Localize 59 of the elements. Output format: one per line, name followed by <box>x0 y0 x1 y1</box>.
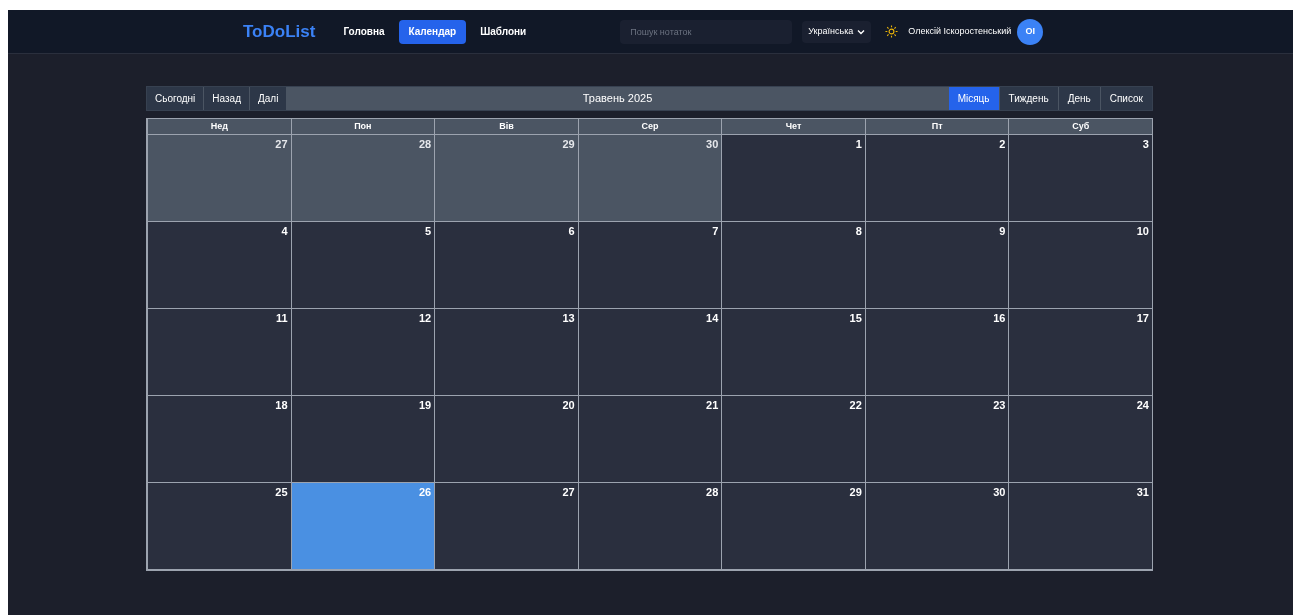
weekday-header: Нед <box>147 119 291 135</box>
day-cell[interactable]: 6 <box>434 222 578 309</box>
day-cell[interactable]: 17 <box>1008 309 1152 396</box>
day-cell[interactable]: 16 <box>864 309 1009 396</box>
language-select[interactable]: Українська <box>802 20 872 43</box>
calendar-title: Травень 2025 <box>581 91 654 106</box>
user-avatar[interactable]: ОІ <box>1017 18 1044 45</box>
day-cell[interactable]: 29 <box>721 483 865 570</box>
nav-tab[interactable]: Головна <box>333 19 395 44</box>
weekday-header: Пт <box>864 119 1009 135</box>
day-cell[interactable]: 24 <box>1008 396 1152 483</box>
search-field[interactable]: Пошук нотаток <box>620 19 793 44</box>
day-cell[interactable]: 3 <box>1008 135 1152 222</box>
day-cell[interactable]: 11 <box>147 309 291 396</box>
day-cell[interactable]: 1 <box>721 135 865 222</box>
nav-tab[interactable]: Календар <box>398 19 467 44</box>
nav-button[interactable]: Далі <box>250 87 288 110</box>
day-cell[interactable]: 13 <box>434 309 578 396</box>
weekday-header: Пон <box>290 119 435 135</box>
logo: ToDoList <box>243 20 316 43</box>
day-cell[interactable]: 7 <box>577 222 722 309</box>
day-cell[interactable]: 19 <box>290 396 435 483</box>
day-cell[interactable]: 5 <box>290 222 435 309</box>
day-cell[interactable]: 8 <box>721 222 865 309</box>
day-cell[interactable]: 28 <box>290 135 435 222</box>
day-cell[interactable]: 21 <box>577 396 722 483</box>
day-cell[interactable]: 9 <box>864 222 1009 309</box>
view-tab[interactable]: Список <box>1099 87 1152 110</box>
day-cell[interactable]: 30 <box>864 483 1009 570</box>
day-cell[interactable]: 30 <box>577 135 722 222</box>
day-cell[interactable]: 14 <box>577 309 722 396</box>
chevron-icon <box>857 27 866 36</box>
day-cell[interactable]: 18 <box>147 396 291 483</box>
day-cell[interactable]: 29 <box>434 135 578 222</box>
day-cell[interactable]: 23 <box>864 396 1009 483</box>
day-cell[interactable]: 22 <box>721 396 865 483</box>
day-cell[interactable]: 10 <box>1008 222 1152 309</box>
day-cell[interactable]: 15 <box>721 309 865 396</box>
day-cell[interactable]: 31 <box>1008 483 1152 570</box>
weekday-header: Чет <box>721 119 865 135</box>
view-tab[interactable]: Тиждень <box>998 87 1058 110</box>
day-cell[interactable]: 12 <box>290 309 435 396</box>
day-cell[interactable]: 2 <box>864 135 1009 222</box>
weekday-header: Вів <box>434 119 578 135</box>
weekday-header: Суб <box>1008 119 1152 135</box>
view-tab[interactable]: Місяць <box>947 87 999 110</box>
nav-button[interactable]: Назад <box>204 87 250 110</box>
day-cell[interactable]: 4 <box>147 222 291 309</box>
sun-icon[interactable] <box>885 25 899 38</box>
nav-tab[interactable]: Шаблони <box>470 19 537 44</box>
user-name: Олексій Іскоростенський <box>908 24 1012 38</box>
day-cell[interactable]: 25 <box>147 483 291 570</box>
view-tab[interactable]: День <box>1057 87 1100 110</box>
nav-button[interactable]: Сьогодні <box>147 87 205 110</box>
day-cell[interactable]: 27 <box>147 135 291 222</box>
day-cell[interactable]: 27 <box>434 483 578 570</box>
weekday-header: Сер <box>577 119 722 135</box>
day-cell[interactable]: 28 <box>577 483 722 570</box>
day-cell[interactable]: 20 <box>434 396 578 483</box>
